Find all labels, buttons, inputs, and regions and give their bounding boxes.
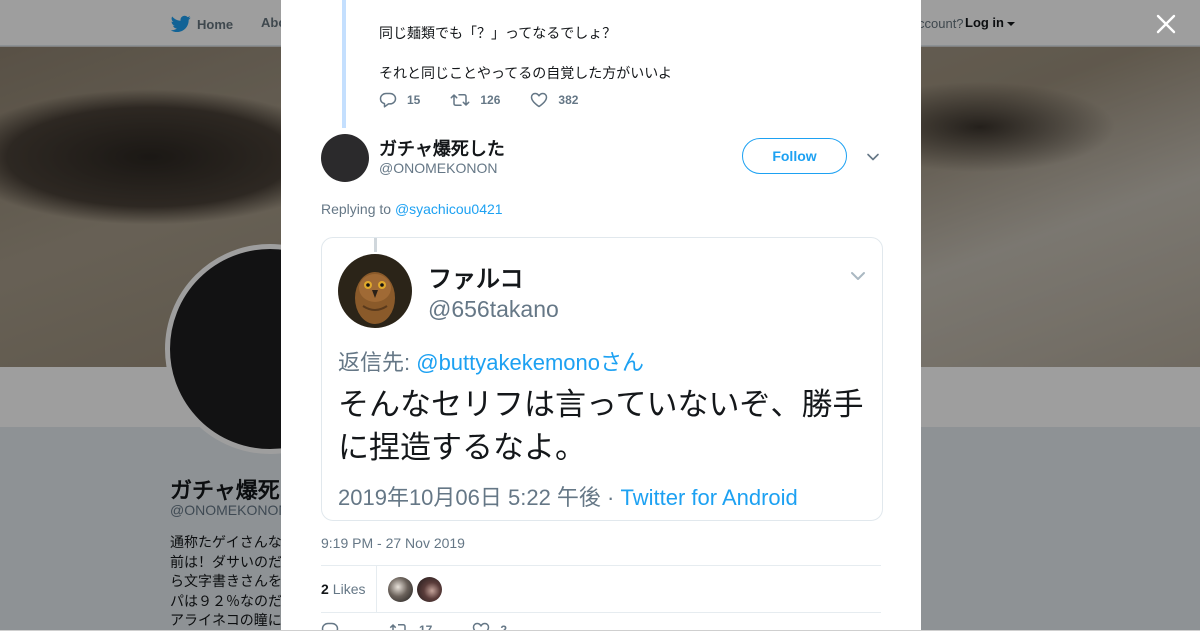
like-count: 2	[500, 623, 508, 630]
replying-prefix: Replying to	[321, 201, 392, 217]
retweet-count: 126	[480, 93, 501, 107]
media-tweet-client: Twitter for Android	[620, 485, 798, 510]
tweet-actions: 17 2	[321, 622, 547, 630]
media-tweet-meta: 2019年10月06日 5:22 午後 · Twitter for Androi…	[338, 480, 798, 512]
heart-icon	[473, 622, 490, 630]
retweet-button[interactable]: 126	[450, 92, 500, 108]
likes-stat[interactable]: 2 Likes	[321, 581, 365, 597]
follow-button[interactable]: Follow	[742, 138, 847, 174]
like-button[interactable]: 2	[472, 622, 507, 630]
retweet-button[interactable]: 17	[389, 622, 432, 630]
reply-icon	[321, 622, 339, 630]
retweet-count: 17	[419, 623, 433, 630]
like-button[interactable]: 382	[530, 92, 578, 108]
media-thread-line	[374, 238, 377, 252]
media-chevron-down-icon	[851, 272, 865, 280]
heart-icon	[531, 92, 548, 108]
chevron-down-icon[interactable]	[866, 150, 880, 164]
media-reply-prefix: 返信先:	[338, 350, 417, 375]
media-author-name: ファルコ	[428, 266, 524, 293]
replying-to: Replying to @syachicou0421	[321, 201, 503, 217]
reply-button[interactable]	[321, 622, 349, 630]
thread-connector-line	[342, 0, 346, 128]
likes-stat-count: 2	[321, 581, 329, 597]
close-icon[interactable]	[1154, 12, 1178, 36]
stats-divider	[376, 566, 377, 612]
tweet-author-handle[interactable]: @ONOMEKONON	[379, 160, 497, 176]
tweet-stats: 2 Likes	[321, 565, 881, 613]
tweet-media-image[interactable]: ファルコ @656takano 返信先: @buttyakekemonoさん そ…	[321, 237, 883, 521]
falcon-icon	[338, 254, 412, 328]
tweet-timestamp[interactable]: 9:19 PM - 27 Nov 2019	[321, 535, 465, 551]
tweet-author-avatar[interactable]	[321, 134, 369, 182]
reply-icon	[379, 92, 397, 108]
liker-avatar[interactable]	[417, 577, 442, 602]
retweet-icon	[389, 623, 406, 630]
falcon-avatar-image	[338, 254, 412, 328]
liker-avatar[interactable]	[388, 577, 413, 602]
retweet-icon	[450, 94, 470, 106]
reply-count: 15	[407, 93, 421, 107]
tweet-modal: 同じ麺類でも「？」ってなるでしょ？ それと同じことやってるの自覚した方がいいよ …	[281, 0, 921, 630]
media-tweet-body: そんなセリフは言っていないぞ、勝手に捏造するなよ。	[338, 387, 864, 465]
like-count: 382	[558, 93, 579, 107]
likes-stat-label: Likes	[332, 581, 366, 597]
tweet-author-name[interactable]: ガチャ爆死した	[379, 135, 505, 161]
media-replying-to: 返信先: @buttyakekemonoさん	[338, 345, 644, 377]
parent-tweet-text-line: 同じ麺類でも「？」ってなるでしょ？	[379, 25, 617, 41]
media-author-handle: @656takano	[428, 296, 559, 322]
replying-to-link[interactable]: @syachicou0421	[395, 201, 503, 217]
media-tweet-time: 2019年10月06日 5:22 午後 ·	[338, 485, 621, 510]
media-reply-handle: @buttyakekemonoさん	[416, 350, 645, 375]
reply-button[interactable]: 15	[379, 92, 420, 108]
parent-tweet-text-line: それと同じことやってるの自覚した方がいいよ	[379, 65, 673, 81]
parent-tweet-actions: 15 126 382	[379, 92, 608, 108]
